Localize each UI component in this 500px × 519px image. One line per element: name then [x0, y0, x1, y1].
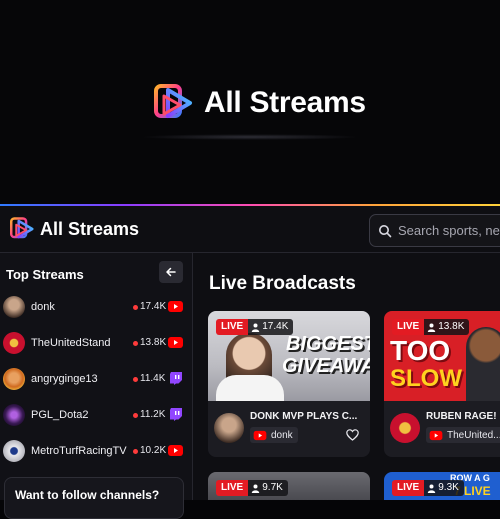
- viewer-count-text: 13.8K: [438, 321, 465, 332]
- sidebar-stream-pgl-dota2[interactable]: PGL_Dota2 11.2K: [0, 401, 192, 431]
- stream-name: TheUnitedStand: [31, 337, 111, 349]
- search-placeholder: Search sports, new: [398, 223, 500, 238]
- live-dot: [133, 341, 138, 346]
- viewer-count-text: 9.3K: [438, 482, 459, 493]
- stream-name: donk: [31, 301, 55, 313]
- hero-title: All Streams: [204, 86, 366, 119]
- all-streams-logo-icon: [10, 217, 34, 239]
- avatar: [3, 404, 25, 426]
- collapse-sidebar-button[interactable]: [159, 261, 183, 283]
- live-label: LIVE: [216, 480, 249, 496]
- user-icon: [252, 484, 260, 493]
- app-window: All Streams Search sports, new Top Strea…: [0, 206, 500, 519]
- sidebar-stream-theunitedstand[interactable]: TheUnitedStand 13.8K: [0, 329, 192, 359]
- avatar: [3, 332, 25, 354]
- broadcast-card[interactable]: ROW A G 7 LIVE LIVE 9.3K: [384, 472, 500, 500]
- thumbnail-headline-1: BIGGEST: [286, 333, 370, 355]
- viewer-count: 9.3K: [424, 480, 464, 496]
- app-title: All Streams: [40, 218, 140, 239]
- youtube-icon: [429, 430, 443, 440]
- sidebar-title: Top Streams: [6, 267, 84, 282]
- live-badge: LIVE 13.8K: [392, 319, 470, 335]
- search-icon: [379, 224, 392, 237]
- viewer-count-text: 17.4K: [262, 321, 289, 332]
- sidebar: Top Streams donk 17.4K TheUnitedStand 13…: [0, 253, 193, 519]
- user-icon: [428, 323, 436, 332]
- sidebar-stream-metroturfracingtv[interactable]: MetroTurfRacingTV 10.2K: [0, 437, 192, 467]
- live-label: LIVE: [216, 319, 249, 335]
- broadcast-title: DONK MVP PLAYS C...: [250, 411, 358, 422]
- live-badge: LIVE 9.7K: [216, 480, 288, 496]
- broadcast-title: RUBEN RAGE! M: [426, 411, 500, 422]
- hero-banner: All Streams: [0, 0, 500, 206]
- hero-glow: [140, 134, 360, 140]
- top-bar: All Streams Search sports, new: [0, 206, 500, 253]
- twitch-icon: [170, 408, 182, 421]
- card-info: RUBEN RAGE! M TheUnited...: [384, 401, 500, 457]
- live-label: LIVE: [392, 319, 425, 335]
- app-logo[interactable]: All Streams: [10, 214, 139, 244]
- search-input[interactable]: Search sports, new: [369, 214, 500, 247]
- channel-name: donk: [271, 429, 293, 441]
- viewer-count: 9.7K: [248, 480, 288, 496]
- avatar: [3, 296, 25, 318]
- page-title: Live Broadcasts: [209, 273, 356, 294]
- avatar: [3, 368, 25, 390]
- youtube-icon: [168, 445, 183, 456]
- stream-thumbnail: BIGGEST GIVEAWAY LIVE 17.4K: [208, 311, 370, 401]
- live-label: LIVE: [392, 480, 425, 496]
- arrow-left-icon: [166, 267, 176, 277]
- thumbnail-shirt: [216, 375, 284, 401]
- viewer-count-text: 9.7K: [262, 482, 283, 493]
- stream-thumbnail: ROW A G 7 LIVE LIVE 9.3K: [384, 472, 500, 500]
- live-dot: [133, 305, 138, 310]
- live-badge: LIVE 9.3K: [392, 480, 464, 496]
- thumbnail-headline-2: GIVEAWAY: [282, 355, 370, 377]
- stream-thumbnail: LIVE 9.7K: [208, 472, 370, 500]
- sidebar-stream-angryginge13[interactable]: angryginge13 11.4K: [0, 365, 192, 395]
- channel-avatar: [214, 413, 244, 443]
- live-dot: [133, 377, 138, 382]
- hero-logo: All Streams: [154, 80, 366, 126]
- live-dot: [133, 449, 138, 454]
- thumbnail-headline-1: TOO: [390, 335, 451, 366]
- youtube-icon: [168, 301, 183, 312]
- viewer-count: 11.2K: [140, 409, 166, 420]
- stream-name: PGL_Dota2: [31, 409, 89, 421]
- viewer-count: 13.8K: [140, 337, 167, 348]
- user-icon: [252, 323, 260, 332]
- channel-avatar: [390, 413, 420, 443]
- twitch-icon: [170, 372, 182, 385]
- sidebar-stream-donk[interactable]: donk 17.4K: [0, 293, 192, 323]
- youtube-icon: [168, 337, 183, 348]
- live-badge: LIVE 17.4K: [216, 319, 294, 335]
- heart-icon[interactable]: [346, 429, 359, 441]
- youtube-icon: [253, 430, 267, 440]
- broadcast-card[interactable]: TOO SLOW LIVE 13.8K RUBEN RAGE! M TheUni…: [384, 311, 500, 457]
- thumbnail-headline-2: SLOW: [390, 365, 462, 392]
- live-dot: [133, 413, 138, 418]
- viewer-count: 17.4K: [248, 319, 294, 335]
- viewer-count: 13.8K: [424, 319, 470, 335]
- broadcast-card[interactable]: BIGGEST GIVEAWAY LIVE 17.4K DONK MVP PLA…: [208, 311, 370, 457]
- stream-thumbnail: TOO SLOW LIVE 13.8K: [384, 311, 500, 401]
- channel-pill[interactable]: TheUnited...: [426, 427, 500, 443]
- stream-name: angryginge13: [31, 373, 98, 385]
- follow-channels-prompt[interactable]: Want to follow channels?: [4, 477, 184, 519]
- channel-pill[interactable]: donk: [250, 427, 298, 443]
- stream-name: MetroTurfRacingTV: [31, 445, 127, 457]
- all-streams-logo-icon: [154, 84, 192, 118]
- card-info: DONK MVP PLAYS C... donk: [208, 401, 370, 457]
- avatar: [3, 440, 25, 462]
- viewer-count: 11.4K: [140, 373, 166, 384]
- viewer-count: 10.2K: [140, 445, 167, 456]
- viewer-count: 17.4K: [140, 301, 167, 312]
- channel-name: TheUnited...: [447, 429, 500, 441]
- user-icon: [428, 484, 436, 493]
- broadcast-card[interactable]: LIVE 9.7K: [208, 472, 370, 500]
- thumbnail-person: [466, 327, 500, 401]
